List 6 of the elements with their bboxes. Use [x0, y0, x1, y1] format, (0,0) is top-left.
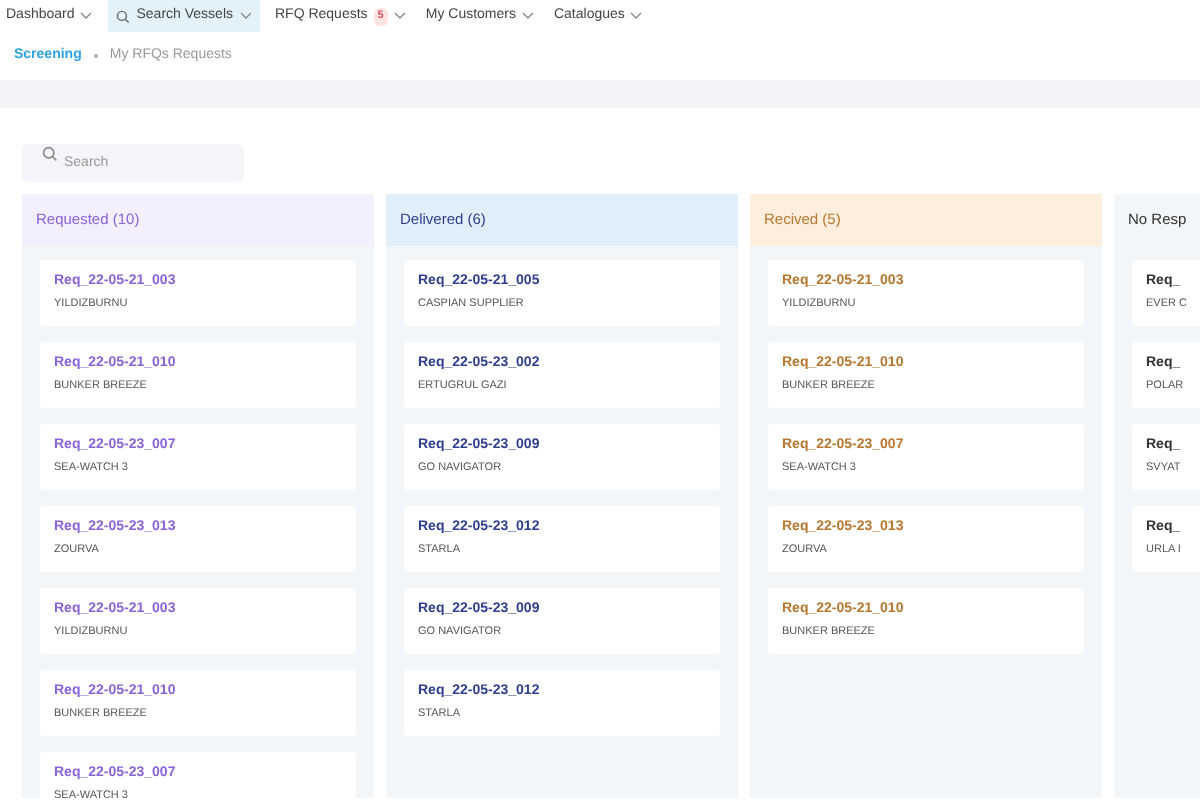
chevron-down-icon	[80, 12, 93, 20]
chevron-down-icon	[393, 12, 406, 20]
chevron-down-icon	[630, 12, 643, 20]
search-icon	[42, 146, 58, 162]
chevron-down-icon	[521, 12, 534, 20]
chevron-down-icon	[239, 12, 251, 20]
